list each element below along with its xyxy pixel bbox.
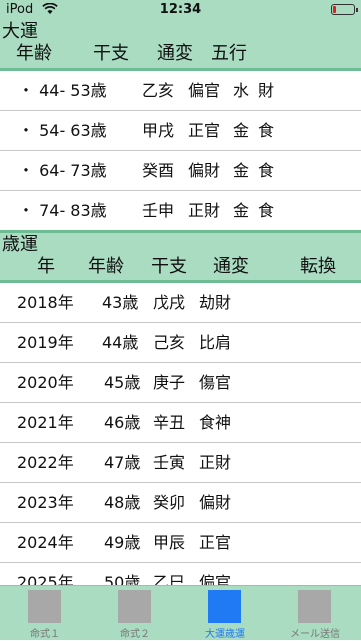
- daiun-row[interactable]: ・ 44- 53歳 乙亥 偏官 水 財: [0, 71, 361, 111]
- daiun-age: ・ 74- 83歳: [18, 201, 107, 220]
- saiun-age: 47歳: [104, 453, 141, 472]
- status-bar: iPod 12:34: [0, 0, 361, 20]
- saiun-tsuhen: 正官: [199, 533, 232, 552]
- daiun-kanshi: 甲戌: [142, 121, 175, 140]
- daiun-gogyo-element: 水: [233, 81, 250, 100]
- tab-label: 命式２: [120, 629, 150, 640]
- saiun-row[interactable]: 2022年 47歳 壬寅 正財: [0, 443, 361, 483]
- mail-send-icon: [298, 590, 331, 623]
- daiun-row[interactable]: ・ 64- 73歳 癸酉 偏財 金 食: [0, 151, 361, 191]
- saiun-kanshi: 己亥: [153, 333, 186, 352]
- daiun-header: 大運 年齢 干支 通変 五行: [0, 20, 361, 68]
- saiun-year: 2018年: [17, 293, 74, 312]
- daiun-gogyo-star: 食: [258, 161, 275, 180]
- daiun-gogyo-star: 食: [258, 121, 275, 140]
- saiun-row[interactable]: 2021年 46歳 辛丑 食神: [0, 403, 361, 443]
- saiun-year: 2022年: [17, 453, 74, 472]
- tab-label: 命式１: [30, 629, 60, 640]
- daiun-age: ・ 64- 73歳: [18, 161, 107, 180]
- daiun-age: ・ 54- 63歳: [18, 121, 107, 140]
- saiun-col-tenkan: 転換: [300, 256, 336, 277]
- tab-label: 大運歳運: [205, 629, 245, 640]
- daiun-gogyo-star: 財: [258, 81, 275, 100]
- saiun-title: 歳運: [2, 234, 38, 255]
- saiun-year: 2019年: [17, 333, 74, 352]
- saiun-year: 2021年: [17, 413, 74, 432]
- saiun-row[interactable]: 2020年 45歳 庚子 傷官: [0, 363, 361, 403]
- saiun-tsuhen: 比肩: [199, 333, 232, 352]
- daiun-tsuhen: 偏財: [188, 161, 221, 180]
- saiun-tsuhen: 傷官: [199, 373, 232, 392]
- daiun-tsuhen: 正官: [188, 121, 221, 140]
- daiun-gogyo-element: 金: [233, 201, 250, 220]
- saiun-kanshi: 戊戌: [153, 293, 186, 312]
- saiun-age: 44歳: [102, 333, 139, 352]
- saiun-kanshi: 壬寅: [153, 453, 186, 472]
- daiun-row[interactable]: ・ 54- 63歳 甲戌 正官 金 食: [0, 111, 361, 151]
- saiun-age: 43歳: [102, 293, 139, 312]
- daiun-title: 大運: [2, 21, 38, 42]
- daiun-col-age: 年齢: [16, 43, 52, 64]
- daiun-age: ・ 44- 53歳: [18, 81, 107, 100]
- daiun-kanshi: 壬申: [142, 201, 175, 220]
- daiun-row[interactable]: ・ 74- 83歳 壬申 正財 金 食: [0, 191, 361, 231]
- saiun-tsuhen: 偏財: [199, 493, 232, 512]
- saiun-year: 2023年: [17, 493, 74, 512]
- saiun-row[interactable]: 2018年 43歳 戊戌 劫財: [0, 283, 361, 323]
- saiun-kanshi: 辛丑: [153, 413, 186, 432]
- saiun-col-tsuhen: 通変: [213, 256, 249, 277]
- saiun-age: 46歳: [104, 413, 141, 432]
- saiun-header: 歳運 年 年齢 干支 通変 転換: [0, 233, 361, 280]
- daiun-gogyo-element: 金: [233, 161, 250, 180]
- saiun-row[interactable]: 2024年 49歳 甲辰 正官: [0, 523, 361, 563]
- saiun-age: 45歳: [104, 373, 141, 392]
- daiun-saiun-icon: [208, 590, 241, 623]
- saiun-kanshi: 甲辰: [153, 533, 186, 552]
- clock: 12:34: [159, 2, 202, 17]
- saiun-age: 49歳: [104, 533, 141, 552]
- saiun-tsuhen: 食神: [199, 413, 232, 432]
- daiun-kanshi: 乙亥: [142, 81, 175, 100]
- daiun-tsuhen: 正財: [188, 201, 221, 220]
- saiun-tsuhen: 正財: [199, 453, 232, 472]
- saiun-kanshi: 癸卯: [153, 493, 186, 512]
- tab-bar: 命式１ 命式２ 大運歳運 メール送信: [0, 585, 361, 640]
- daiun-gogyo-element: 金: [233, 121, 250, 140]
- daiun-col-tsuhen: 通変: [157, 43, 193, 64]
- battery-icon: [331, 4, 358, 15]
- saiun-col-year: 年: [37, 256, 55, 277]
- saiun-tsuhen: 劫財: [199, 293, 232, 312]
- tab-label: メール送信: [290, 629, 340, 640]
- tab-mail-send[interactable]: メール送信: [270, 586, 360, 641]
- saiun-col-age: 年齢: [88, 256, 124, 277]
- meishiki-1-icon: [28, 590, 61, 623]
- saiun-col-kanshi: 干支: [151, 256, 187, 277]
- daiun-col-gogyo: 五行: [211, 43, 247, 64]
- daiun-tsuhen: 偏官: [188, 81, 221, 100]
- saiun-year: 2020年: [17, 373, 74, 392]
- tab-meishiki-2[interactable]: 命式２: [90, 586, 180, 641]
- meishiki-2-icon: [118, 590, 151, 623]
- saiun-row[interactable]: 2023年 48歳 癸卯 偏財: [0, 483, 361, 523]
- saiun-kanshi: 庚子: [153, 373, 186, 392]
- saiun-year: 2024年: [17, 533, 74, 552]
- tab-meishiki-1[interactable]: 命式１: [0, 586, 90, 641]
- daiun-kanshi: 癸酉: [142, 161, 175, 180]
- saiun-row[interactable]: 2019年 44歳 己亥 比肩: [0, 323, 361, 363]
- daiun-gogyo-star: 食: [258, 201, 275, 220]
- tab-daiun-saiun[interactable]: 大運歳運: [180, 586, 270, 641]
- saiun-age: 48歳: [104, 493, 141, 512]
- daiun-col-kanshi: 干支: [93, 43, 129, 64]
